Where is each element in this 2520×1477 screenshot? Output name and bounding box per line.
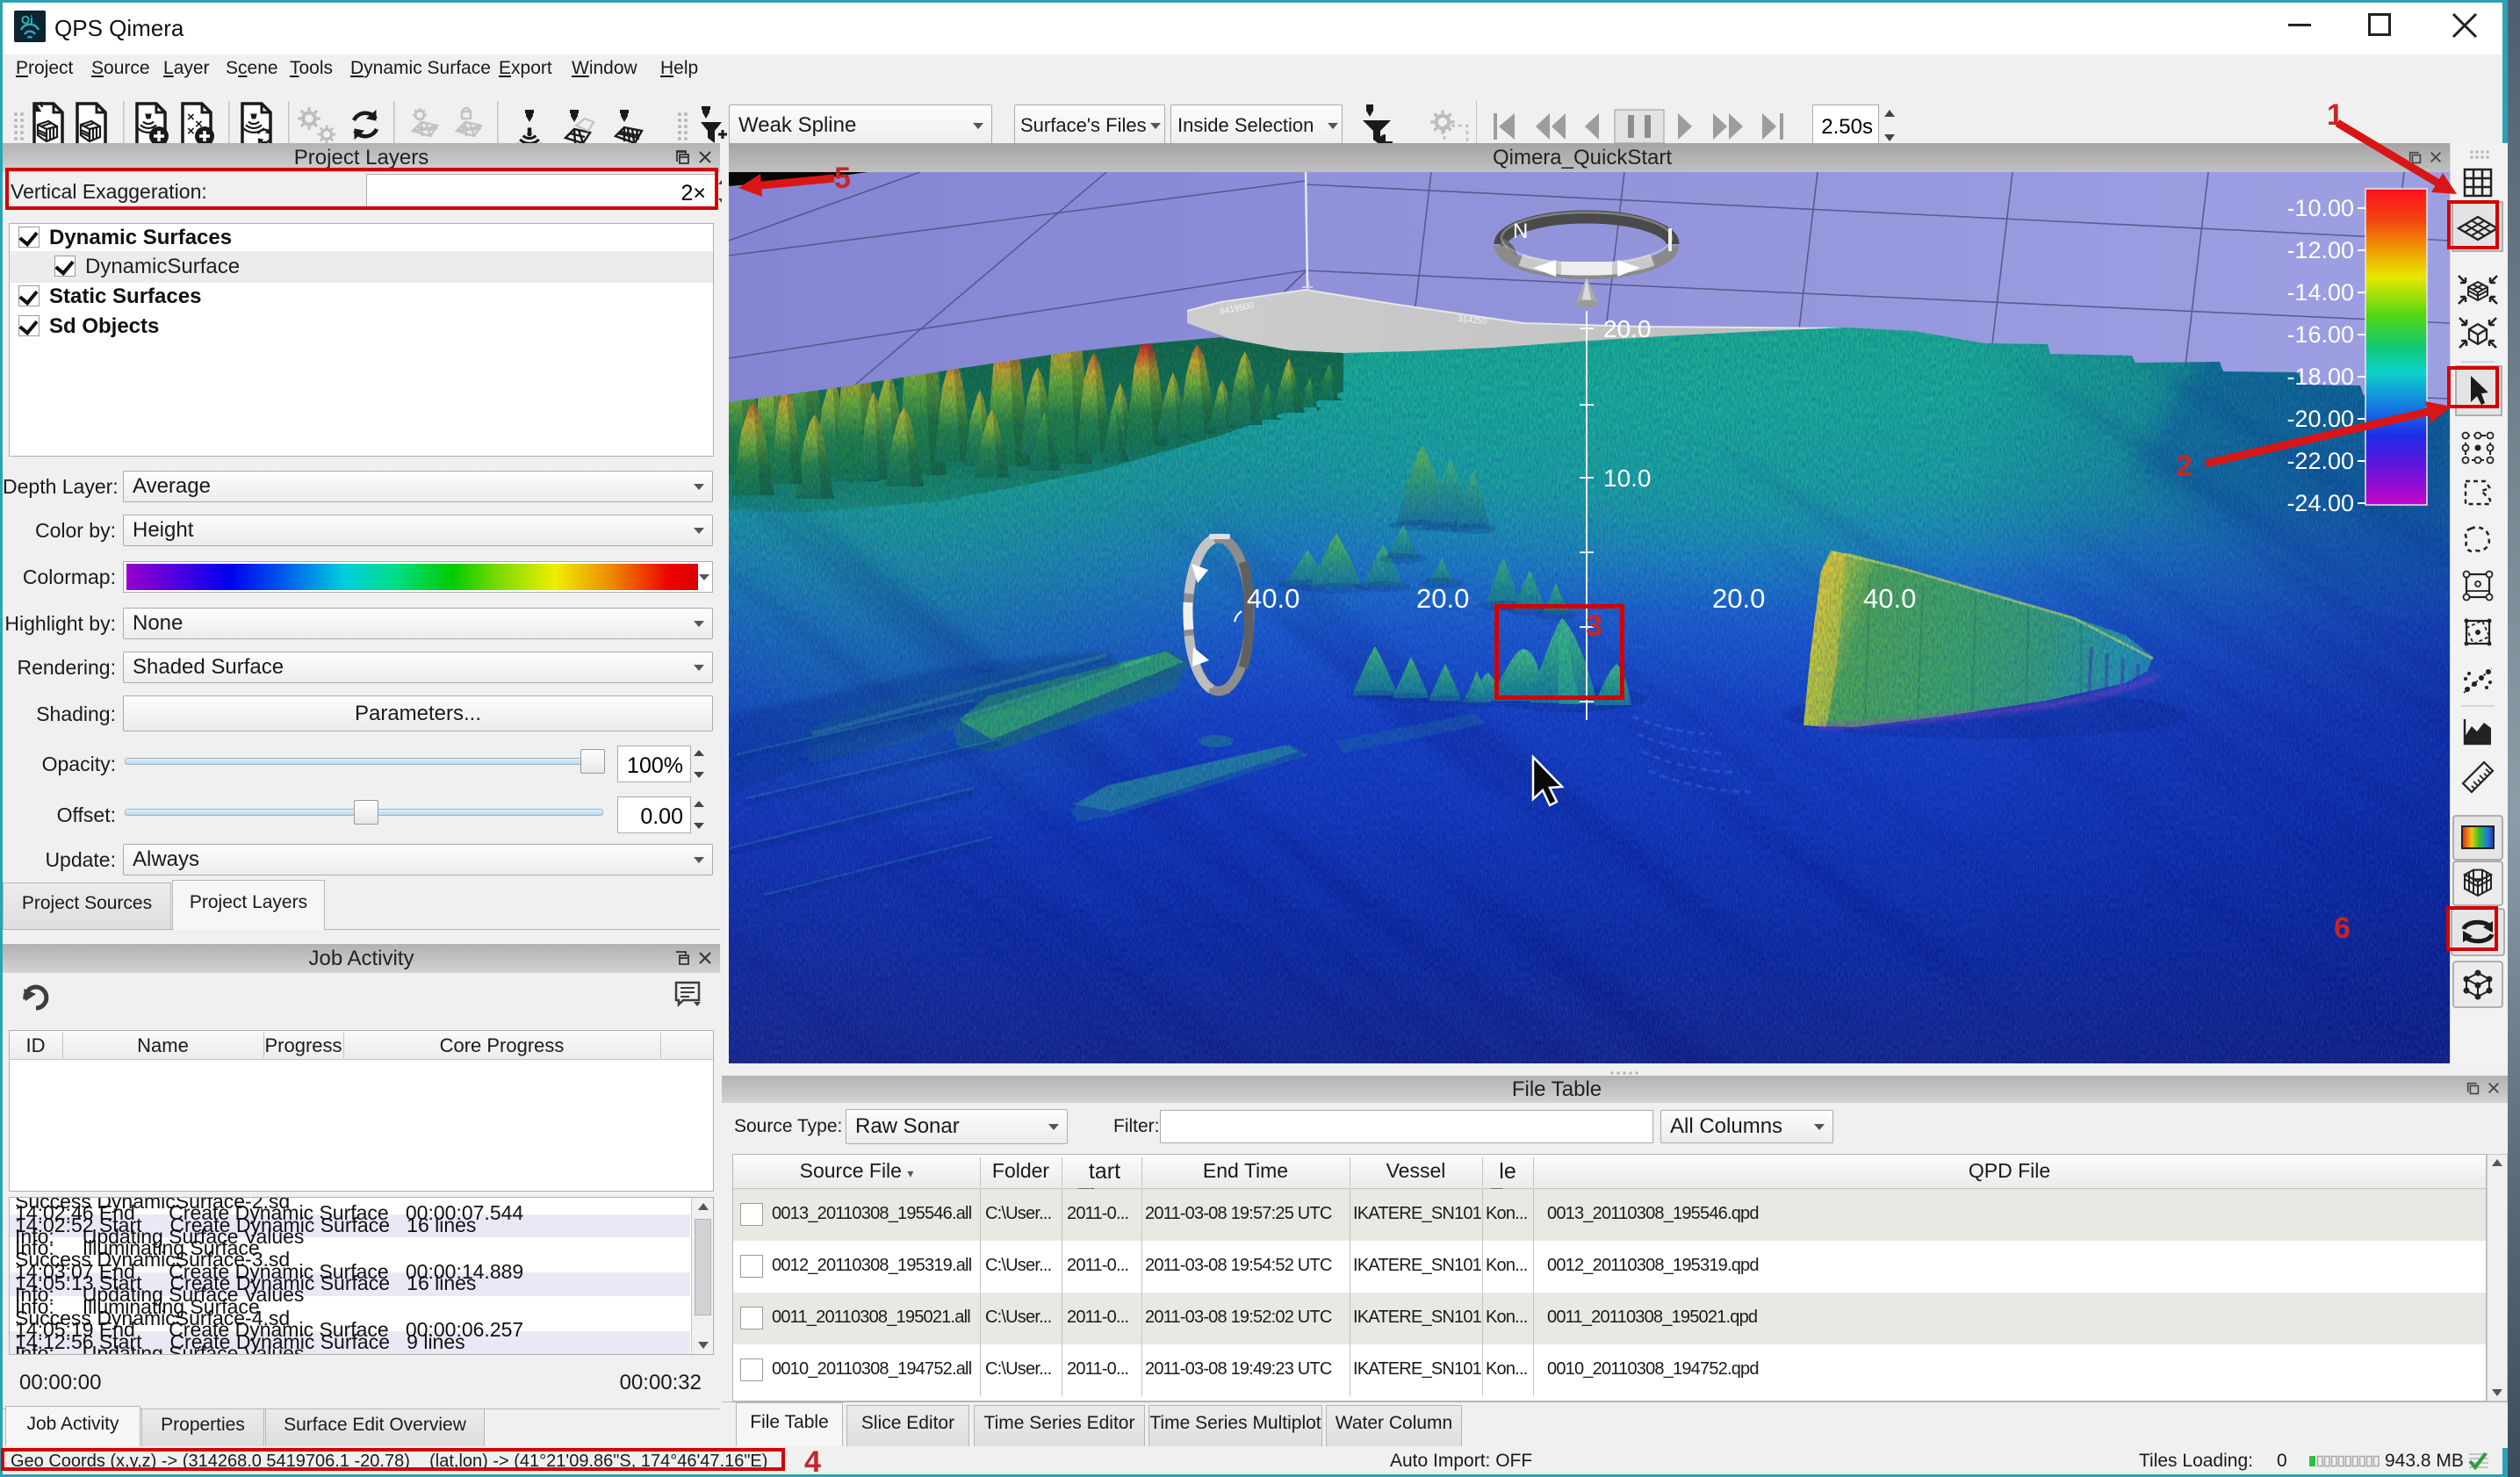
svg-text:×: ×	[187, 110, 195, 125]
svg-text:-24.00: -24.00	[2286, 490, 2354, 516]
svg-text:-12.00: -12.00	[2286, 237, 2354, 263]
svg-text:40.0: 40.0	[1247, 583, 1300, 614]
svg-text:-14.00: -14.00	[2286, 279, 2354, 306]
svg-text:10.0: 10.0	[1603, 465, 1652, 492]
svg-text:×: ×	[187, 124, 195, 139]
svg-text:-16.00: -16.00	[2286, 321, 2354, 348]
svg-text:-22.00: -22.00	[2286, 448, 2354, 474]
svg-text:20.0: 20.0	[1603, 315, 1652, 342]
svg-text:-10.00: -10.00	[2286, 195, 2354, 221]
svg-text:20.0: 20.0	[1712, 583, 1765, 614]
svg-text:-20.00: -20.00	[2286, 406, 2354, 432]
svg-text:20.0: 20.0	[1416, 583, 1469, 614]
svg-text:N: N	[1513, 220, 1528, 243]
svg-text:-18.00: -18.00	[2286, 364, 2354, 390]
svg-text:40.0: 40.0	[1863, 583, 1916, 614]
